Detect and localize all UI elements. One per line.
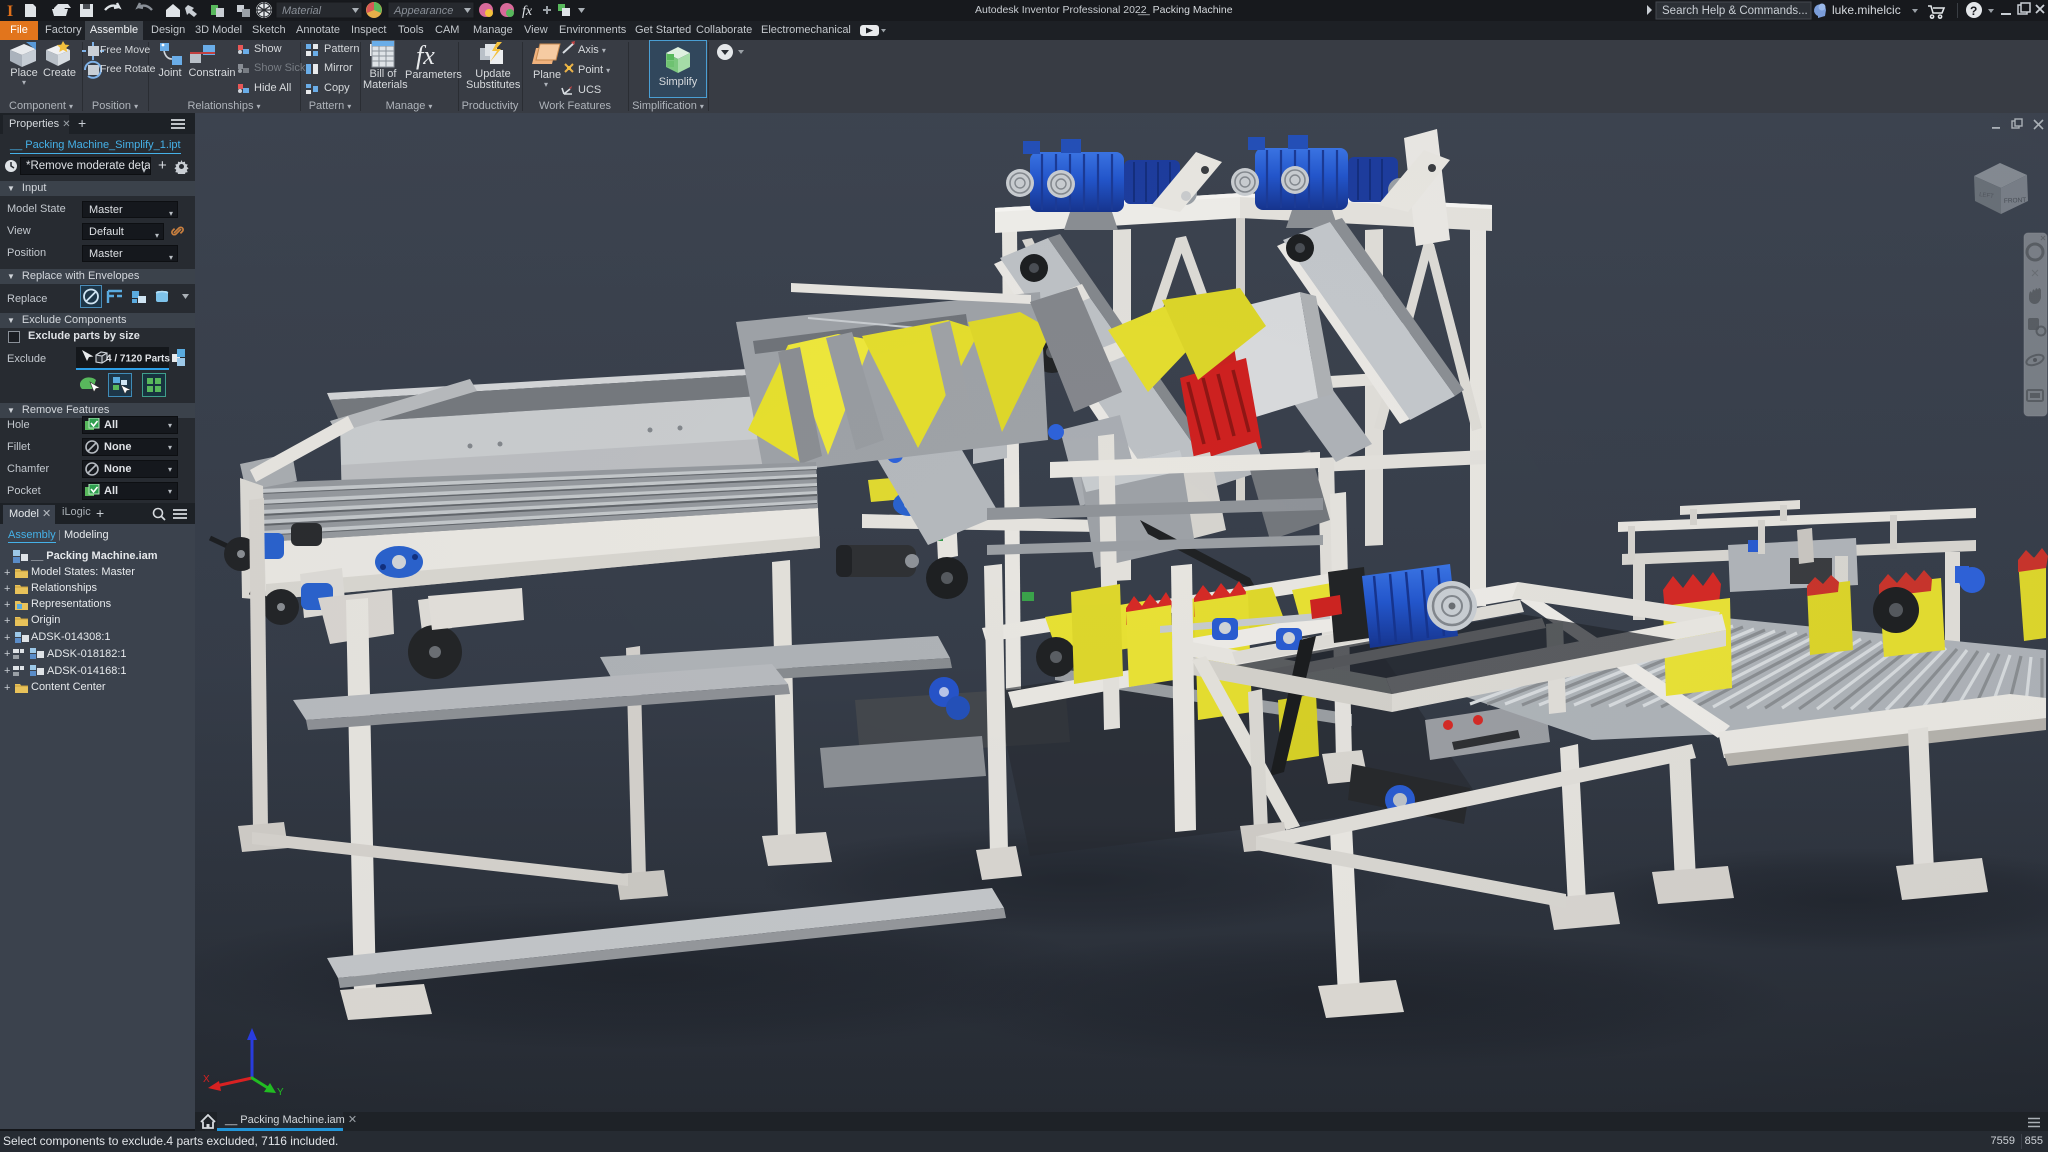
svg-text:fx: fx (416, 41, 435, 70)
svg-text:Appearance: Appearance (393, 5, 453, 17)
svg-text:4 / 7120 Parts: 4 / 7120 Parts (106, 354, 170, 365)
svg-text:Material: Material (282, 5, 322, 17)
svg-text:I: I (7, 3, 13, 20)
svg-text:luke.mihelcic: luke.mihelcic (1832, 3, 1901, 17)
svg-text:fx: fx (522, 4, 533, 19)
svg-text:Search Help & Commands...: Search Help & Commands... (1662, 5, 1808, 17)
svg-text:?: ? (1970, 4, 1977, 18)
